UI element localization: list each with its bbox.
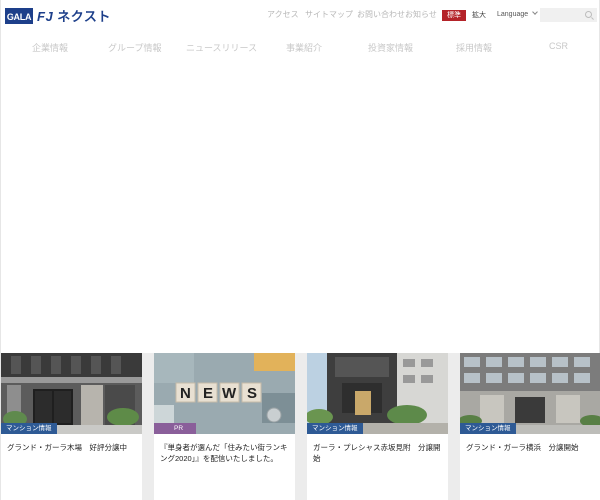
contact-link[interactable]: お問い合わせ bbox=[357, 9, 405, 20]
gala-logo: GALA bbox=[5, 7, 33, 24]
nav-item-group[interactable]: グループ情報 bbox=[108, 41, 161, 54]
nav-item-csr[interactable]: CSR bbox=[549, 41, 568, 51]
notice-link[interactable]: お知らせ bbox=[405, 9, 437, 20]
card-title[interactable]: ガーラ・プレシャス赤坂見附 分譲開始 bbox=[313, 442, 445, 464]
news-card[interactable]: マンション情報 ガーラ・プレシャス赤坂見附 分譲開始 bbox=[307, 353, 448, 500]
news-card[interactable]: マンション情報 グランド・ガーラ横浜 分譲開始 bbox=[460, 353, 600, 500]
access-link[interactable]: アクセス bbox=[267, 9, 299, 20]
language-selector[interactable]: Language bbox=[497, 9, 538, 18]
card-image-building-akasaka: マンション情報 bbox=[307, 353, 448, 434]
card-image-building-kiba: マンション情報 bbox=[1, 353, 142, 434]
page: GALA FJ ネクスト アクセス サイトマップ お問い合わせ お知らせ 標準 … bbox=[0, 0, 600, 500]
nav-item-business[interactable]: 事業紹介 bbox=[286, 41, 322, 54]
nav-item-investors[interactable]: 投資家情報 bbox=[368, 41, 413, 54]
company-logo[interactable]: GALA FJ ネクスト bbox=[5, 6, 111, 25]
card-image-building-yokohama: マンション情報 bbox=[460, 353, 600, 434]
language-label: Language bbox=[497, 11, 529, 18]
search-icon[interactable] bbox=[585, 11, 592, 18]
sitemap-link[interactable]: サイトマップ bbox=[305, 9, 353, 20]
news-tile-letter: S bbox=[247, 385, 257, 402]
card-image-news-tiles: N E W S PR bbox=[154, 353, 295, 434]
card-category-tag: マンション情報 bbox=[307, 423, 363, 434]
news-tile-letter: W bbox=[222, 385, 237, 402]
card-gutter bbox=[295, 353, 307, 500]
site-header: GALA FJ ネクスト アクセス サイトマップ お問い合わせ お知らせ 標準 … bbox=[1, 0, 600, 32]
nav-item-company[interactable]: 企業情報 bbox=[32, 41, 68, 54]
font-size-zoom-button[interactable]: 拡大 bbox=[472, 10, 486, 21]
chevron-down-icon bbox=[532, 9, 538, 15]
brand-name-rest: ネクスト bbox=[57, 9, 111, 24]
card-category-tag: マンション情報 bbox=[1, 423, 57, 434]
news-card[interactable]: マンション情報 グランド・ガーラ木場 好評分譲中 bbox=[1, 353, 142, 500]
card-title[interactable]: グランド・ガーラ木場 好評分譲中 bbox=[7, 442, 139, 453]
card-gutter bbox=[448, 353, 460, 500]
news-card[interactable]: N E W S PR 『単身者が選んだ「住みたい街ランキング2020」』を配信い… bbox=[154, 353, 295, 500]
card-category-tag: マンション情報 bbox=[460, 423, 516, 434]
card-gutter bbox=[142, 353, 154, 500]
nav-item-recruit[interactable]: 採用情報 bbox=[456, 41, 492, 54]
brand-name-fj: FJ bbox=[37, 9, 54, 24]
card-category-tag: PR bbox=[154, 423, 196, 434]
card-title[interactable]: 『単身者が選んだ「住みたい街ランキング2020」』を配信いたしました。 bbox=[160, 442, 292, 464]
font-size-standard-button[interactable]: 標準 bbox=[442, 10, 466, 21]
brand-name: FJ ネクスト bbox=[37, 6, 111, 25]
news-tile-letter: N bbox=[180, 385, 191, 402]
nav-item-news-release[interactable]: ニュースリリース bbox=[186, 41, 257, 54]
news-tile-letter: E bbox=[203, 385, 213, 402]
card-title[interactable]: グランド・ガーラ横浜 分譲開始 bbox=[466, 442, 598, 453]
